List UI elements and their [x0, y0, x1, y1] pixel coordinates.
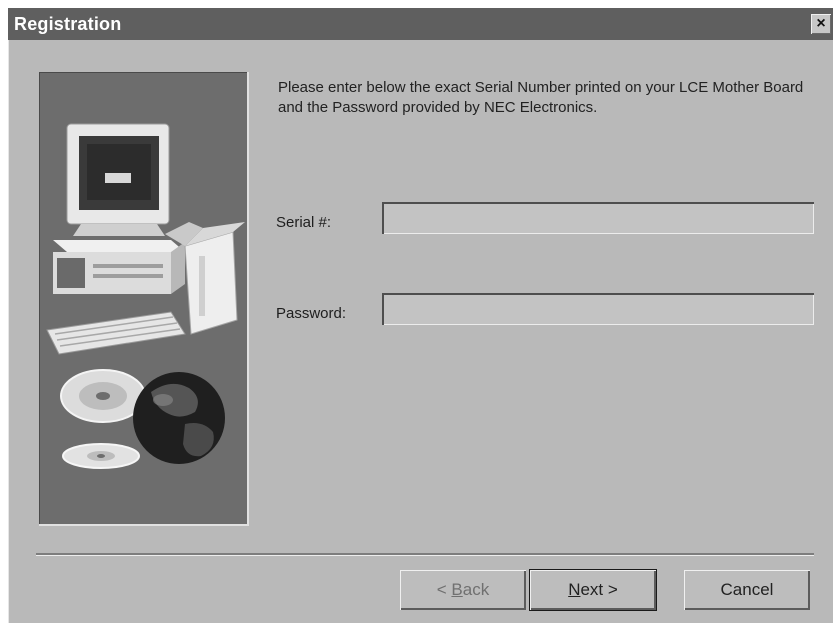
cancel-button[interactable]: Cancel — [684, 570, 810, 610]
monitor-icon — [66, 123, 170, 236]
password-input[interactable] — [382, 293, 814, 325]
window-title: Registration — [14, 14, 122, 34]
registration-dialog: Registration × Please enter below the ex… — [8, 8, 833, 623]
next-button[interactable]: Next > — [530, 570, 656, 610]
serial-number-input[interactable] — [382, 202, 814, 234]
back-rest: ack — [462, 580, 490, 599]
back-prefix: < — [436, 580, 452, 599]
back-mnemonic: B — [451, 580, 463, 599]
next-rest: ext — [580, 580, 604, 599]
keyboard-icon — [46, 311, 186, 355]
serial-label: Serial #: — [276, 214, 332, 231]
next-suffix: > — [603, 580, 618, 599]
button-separator — [36, 553, 814, 555]
close-icon: × — [816, 15, 826, 32]
globe-icon — [133, 372, 225, 464]
illustration-art — [46, 123, 245, 469]
back-button[interactable]: < Back — [400, 570, 526, 610]
side-illustration — [39, 72, 249, 526]
title-bar[interactable]: Registration × — [8, 8, 833, 40]
next-mnemonic: N — [568, 580, 581, 599]
password-label: Password: — [276, 305, 347, 322]
close-button[interactable]: × — [811, 14, 831, 34]
instructions-text: Please enter below the exact Serial Numb… — [278, 79, 804, 116]
cd-disc-icon — [60, 369, 146, 469]
